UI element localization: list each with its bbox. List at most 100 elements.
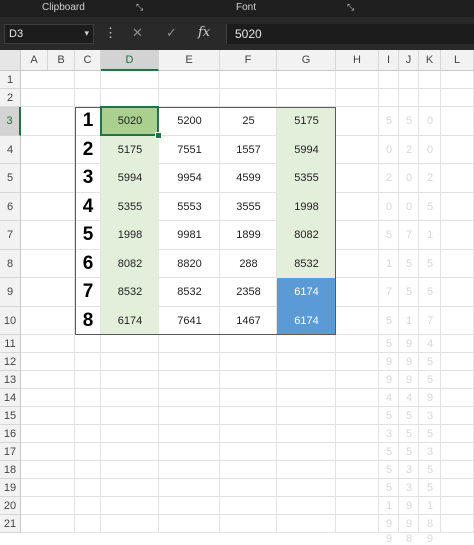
faint-digit: 9 [385,356,393,368]
faint-digit: 9 [426,392,434,404]
faint-digit: 9 [405,500,413,512]
faint-digit: 9 [385,533,393,545]
faint-digit: 3 [405,464,413,476]
faint-digit: 3 [405,482,413,494]
faint-digit: 0 [405,200,413,213]
row-header-19[interactable]: 19 [0,479,21,497]
row-header-4[interactable]: 4 [0,135,21,164]
row-header-17[interactable]: 17 [0,443,21,461]
column-header-b[interactable]: B [48,50,75,71]
faint-digit: 3 [426,410,434,422]
row-header-20[interactable]: 20 [0,497,21,515]
column-header-c[interactable]: C [75,50,101,71]
name-box-value: D3 [9,28,24,40]
faint-digit: 5 [405,410,413,422]
faint-digit: 5 [385,410,393,422]
faint-digit: 9 [405,356,413,368]
row-header-18[interactable]: 18 [0,461,21,479]
insert-function-icon[interactable]: fx [198,25,210,40]
faint-digit: 5 [385,115,393,127]
column-header-k[interactable]: K [419,50,441,71]
select-all-corner[interactable] [0,50,21,71]
row-header-8[interactable]: 8 [0,249,21,278]
faint-digit: 5 [405,257,413,270]
faint-digit: 9 [385,518,393,530]
name-box[interactable]: D3 ▾ [4,24,94,44]
column-header-h[interactable]: H [336,50,379,71]
active-cell-border [100,106,159,136]
faint-digit: 1 [385,500,393,512]
faint-digit: 8 [405,533,413,545]
row-header-14[interactable]: 14 [0,389,21,407]
faint-digit: 0 [405,172,413,184]
faint-digit: 7 [405,229,413,241]
faint-digit: 0 [385,200,393,213]
faint-digit: 3 [426,446,434,458]
ribbon-group-labels: Clipboard ⤡ Font ⤡ [0,0,474,17]
faint-digit: 5 [426,200,434,213]
chevron-down-icon[interactable]: ▾ [84,28,89,39]
faint-digit: 5 [426,482,434,494]
faint-digit: 1 [385,257,393,270]
faint-digit: 9 [405,518,413,530]
faint-digit: 5 [426,428,434,440]
faint-digit: 7 [426,314,434,327]
spreadsheet-grid[interactable]: A B C D E F G H I J K L 1 2 3 4 5 6 7 8 9 10 11 12 13 14 15 16 17 18 1… [0,50,474,545]
faint-digit: 5 [426,257,434,270]
fill-handle[interactable] [155,131,162,139]
row-header-1[interactable]: 1 [0,71,21,89]
faint-digit: 5 [426,374,434,386]
row-header-13[interactable]: 13 [0,371,21,389]
cancel-icon[interactable]: ✕ [132,25,143,41]
faint-digit: 2 [405,143,413,156]
row-header-9[interactable]: 9 [0,278,21,307]
row-header-3[interactable]: 3 [0,107,21,136]
gridline-horizontal [21,88,474,89]
row-header-11[interactable]: 11 [0,335,21,353]
row-header-10[interactable]: 10 [0,306,21,335]
faint-digit: 4 [385,392,393,404]
row-header-2[interactable]: 2 [0,89,21,107]
column-header-l[interactable]: L [441,50,474,71]
formula-input[interactable]: 5020 [226,24,474,44]
faint-digit: 0 [385,143,393,156]
row-header-12[interactable]: 12 [0,353,21,371]
column-header-e[interactable]: E [159,50,220,71]
faint-digit: 5 [385,338,393,350]
row-header-16[interactable]: 16 [0,425,21,443]
row-header-5[interactable]: 5 [0,164,21,193]
faint-digit: 1 [426,500,434,512]
faint-digit: 5 [405,286,413,298]
faint-digit: 5 [426,356,434,368]
faint-digit: 5 [405,115,413,127]
column-header-a[interactable]: A [21,50,48,71]
faint-digit: 1 [426,229,434,241]
column-header-d[interactable]: D [101,50,159,71]
font-dialog-launcher-icon[interactable]: ⤡ [347,2,354,13]
row-header-6[interactable]: 6 [0,192,21,221]
column-header-j[interactable]: J [399,50,419,71]
row-header-21[interactable]: 21 [0,515,21,533]
column-header-g[interactable]: G [277,50,336,71]
faint-digit: 4 [426,338,434,350]
formula-content: 5020 [235,27,262,41]
faint-digit: 9 [405,374,413,386]
clipboard-dialog-launcher-icon[interactable]: ⤡ [136,2,143,13]
faint-digit: 9 [385,374,393,386]
row-header-15[interactable]: 15 [0,407,21,425]
faint-digit: 5 [385,482,393,494]
formula-bar: D3 ▾ ⋮ ✕ ✓ fx 5020 [0,17,474,50]
row-header-7[interactable]: 7 [0,221,21,250]
faint-digit: 9 [405,338,413,350]
more-options-icon[interactable]: ⋮ [104,25,117,41]
column-header-i[interactable]: I [379,50,399,71]
faint-digit: 0 [426,115,434,127]
enter-icon[interactable]: ✓ [166,25,177,41]
faint-digit: 5 [385,446,393,458]
faint-digit: 2 [385,172,393,184]
faint-digit: 1 [405,314,413,327]
faint-digit: 0 [426,143,434,156]
faint-digit: 9 [426,533,434,545]
faint-digit: 3 [385,428,393,440]
column-header-f[interactable]: F [220,50,277,71]
